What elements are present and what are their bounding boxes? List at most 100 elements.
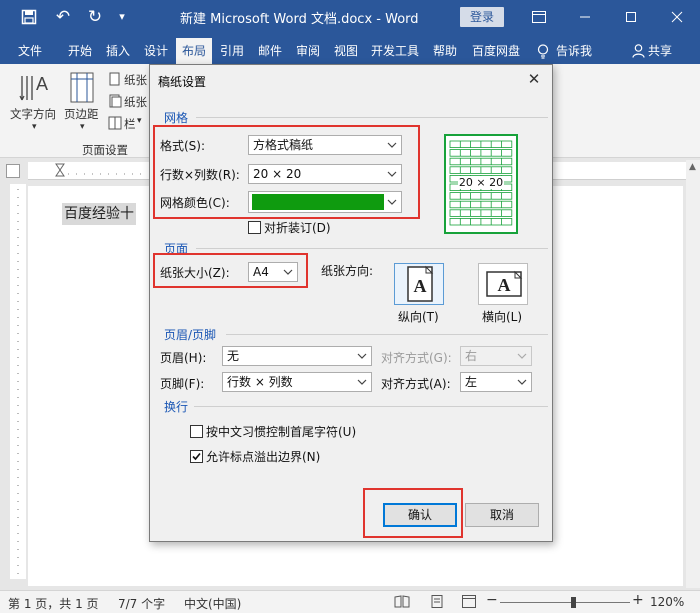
tab-baidu-netdisk[interactable]: 百度网盘 (466, 38, 526, 64)
svg-text:A: A (36, 74, 48, 94)
page-count[interactable]: 第 1 页，共 1 页 (8, 595, 99, 612)
ribbon-paper-item-2[interactable]: 纸张 (124, 94, 147, 110)
zoom-slider-thumb[interactable] (571, 597, 576, 608)
vertical-ruler (10, 184, 26, 579)
portrait-option[interactable]: A (394, 263, 444, 305)
option1-checkbox-row[interactable]: 按中文习惯控制首尾字符(U) (190, 423, 356, 439)
menu-tabs: 文件 开始 插入 设计 布局 引用 邮件 审阅 视图 开发工具 帮助 百度网盘 … (0, 34, 700, 64)
columns-icon (108, 116, 122, 130)
option2-checkbox[interactable] (190, 450, 203, 463)
highlight-box-ok (363, 488, 463, 538)
binding-checkbox[interactable] (248, 221, 261, 234)
footer-value: 行数 × 列数 (227, 375, 293, 389)
svg-text:A: A (414, 276, 427, 296)
zoom-out-button[interactable]: − (486, 592, 498, 608)
web-layout-icon[interactable] (462, 595, 476, 611)
dialog-close-icon[interactable]: ✕ (524, 69, 544, 89)
grid-preview-text: 20 × 20 (457, 176, 505, 189)
chevron-down-icon (357, 353, 367, 359)
svg-text:A: A (498, 275, 511, 295)
header-select[interactable]: 无 (222, 346, 372, 366)
share-button[interactable]: 共享 (648, 38, 680, 64)
ribbon-paper-item-1[interactable]: 纸张 (124, 72, 147, 88)
user-icon[interactable] (628, 38, 648, 64)
title-bar: ↶ ↻ ▾ 新建 Microsoft Word 文档.docx - Word 登… (0, 0, 700, 34)
chevron-down-icon (517, 379, 527, 385)
tab-review[interactable]: 审阅 (290, 38, 326, 64)
window-title: 新建 Microsoft Word 文档.docx - Word (180, 12, 419, 27)
tab-layout[interactable]: 布局 (176, 38, 212, 64)
tab-home[interactable]: 开始 (60, 38, 100, 64)
header-align-select: 右 (460, 346, 532, 366)
zoom-slider[interactable] (500, 602, 630, 603)
undo-icon[interactable]: ↶ (50, 7, 76, 27)
chevron-down-icon[interactable]: ▾ (80, 122, 85, 132)
word-count[interactable]: 7/7 个字 (118, 595, 165, 612)
section-divider (226, 334, 548, 335)
chevron-down-icon[interactable]: ▾ (137, 116, 142, 126)
section-divider (196, 248, 548, 249)
maximize-icon[interactable] (620, 6, 642, 28)
section-line-break: 换行 (164, 400, 189, 414)
scroll-up-icon[interactable]: ▲ (689, 162, 696, 172)
ribbon-group-page-setup: 页面设置 (82, 143, 128, 157)
portrait-icon: A (407, 265, 434, 302)
columns-button[interactable]: 栏 (124, 116, 136, 132)
tell-me-box[interactable]: 告诉我 (556, 38, 606, 64)
highlight-box-paper-size (153, 253, 308, 288)
ribbon-display-options-icon[interactable] (528, 6, 550, 28)
tab-view[interactable]: 视图 (328, 38, 364, 64)
customize-toolbar-icon[interactable]: ▾ (114, 7, 130, 27)
document-text[interactable]: 百度经验十 (62, 203, 136, 225)
print-layout-icon[interactable] (430, 595, 444, 611)
landscape-icon: A (486, 270, 523, 297)
cancel-button[interactable]: 取消 (465, 503, 539, 527)
read-mode-icon[interactable] (394, 595, 410, 611)
vertical-scrollbar[interactable]: ▲ (686, 160, 700, 588)
tab-insert[interactable]: 插入 (100, 38, 136, 64)
tab-references[interactable]: 引用 (214, 38, 250, 64)
tab-design[interactable]: 设计 (138, 38, 174, 64)
option1-checkbox[interactable] (190, 425, 203, 438)
redo-icon[interactable]: ↻ (84, 7, 106, 27)
chevron-down-icon[interactable]: ▾ (32, 122, 37, 132)
minimize-icon[interactable] (574, 6, 596, 28)
landscape-option[interactable]: A (478, 263, 528, 305)
portrait-label: 纵向(T) (398, 310, 439, 324)
text-direction-button[interactable]: 文字方向 (10, 106, 56, 122)
margins-button[interactable]: 页边距 (64, 106, 99, 122)
footer-align-select[interactable]: 左 (460, 372, 532, 392)
lightbulb-icon[interactable] (532, 38, 554, 64)
option1-label: 按中文习惯控制首尾字符(U) (206, 425, 357, 439)
footer-select[interactable]: 行数 × 列数 (222, 372, 372, 392)
chevron-down-icon (517, 353, 527, 359)
header-value: 无 (227, 349, 240, 363)
zoom-in-button[interactable]: + (632, 592, 644, 608)
status-bar: 第 1 页，共 1 页 7/7 个字 中文(中国) − + 120% (0, 590, 700, 613)
header-label: 页眉(H): (160, 351, 207, 365)
zoom-level[interactable]: 120% (650, 595, 684, 609)
tab-developer[interactable]: 开发工具 (366, 38, 424, 64)
dialog-title: 稿纸设置 (158, 75, 207, 89)
section-divider (194, 406, 548, 407)
option2-checkbox-row[interactable]: 允许标点溢出边界(N) (190, 448, 320, 464)
header-align-value: 右 (465, 349, 478, 363)
chevron-down-icon (357, 379, 367, 385)
section-divider (196, 117, 548, 118)
close-window-icon[interactable] (666, 6, 688, 28)
margins-icon[interactable] (68, 72, 98, 104)
section-header-footer: 页眉/页脚 (164, 328, 217, 342)
footer-label: 页脚(F): (160, 377, 205, 391)
orientation-label: 纸张方向: (321, 264, 374, 278)
login-button[interactable]: 登录 (460, 7, 504, 27)
save-icon[interactable] (18, 7, 40, 27)
tab-file[interactable]: 文件 (10, 38, 50, 64)
header-align-label: 对齐方式(G): (381, 351, 452, 365)
binding-checkbox-row[interactable]: 对折装订(D) (248, 219, 331, 235)
orientation-icon (108, 72, 122, 86)
tab-help[interactable]: 帮助 (426, 38, 464, 64)
tab-mailings[interactable]: 邮件 (252, 38, 288, 64)
language-indicator[interactable]: 中文(中国) (184, 595, 241, 612)
tab-selector-icon[interactable] (6, 164, 20, 178)
text-direction-icon[interactable]: A (18, 70, 54, 106)
